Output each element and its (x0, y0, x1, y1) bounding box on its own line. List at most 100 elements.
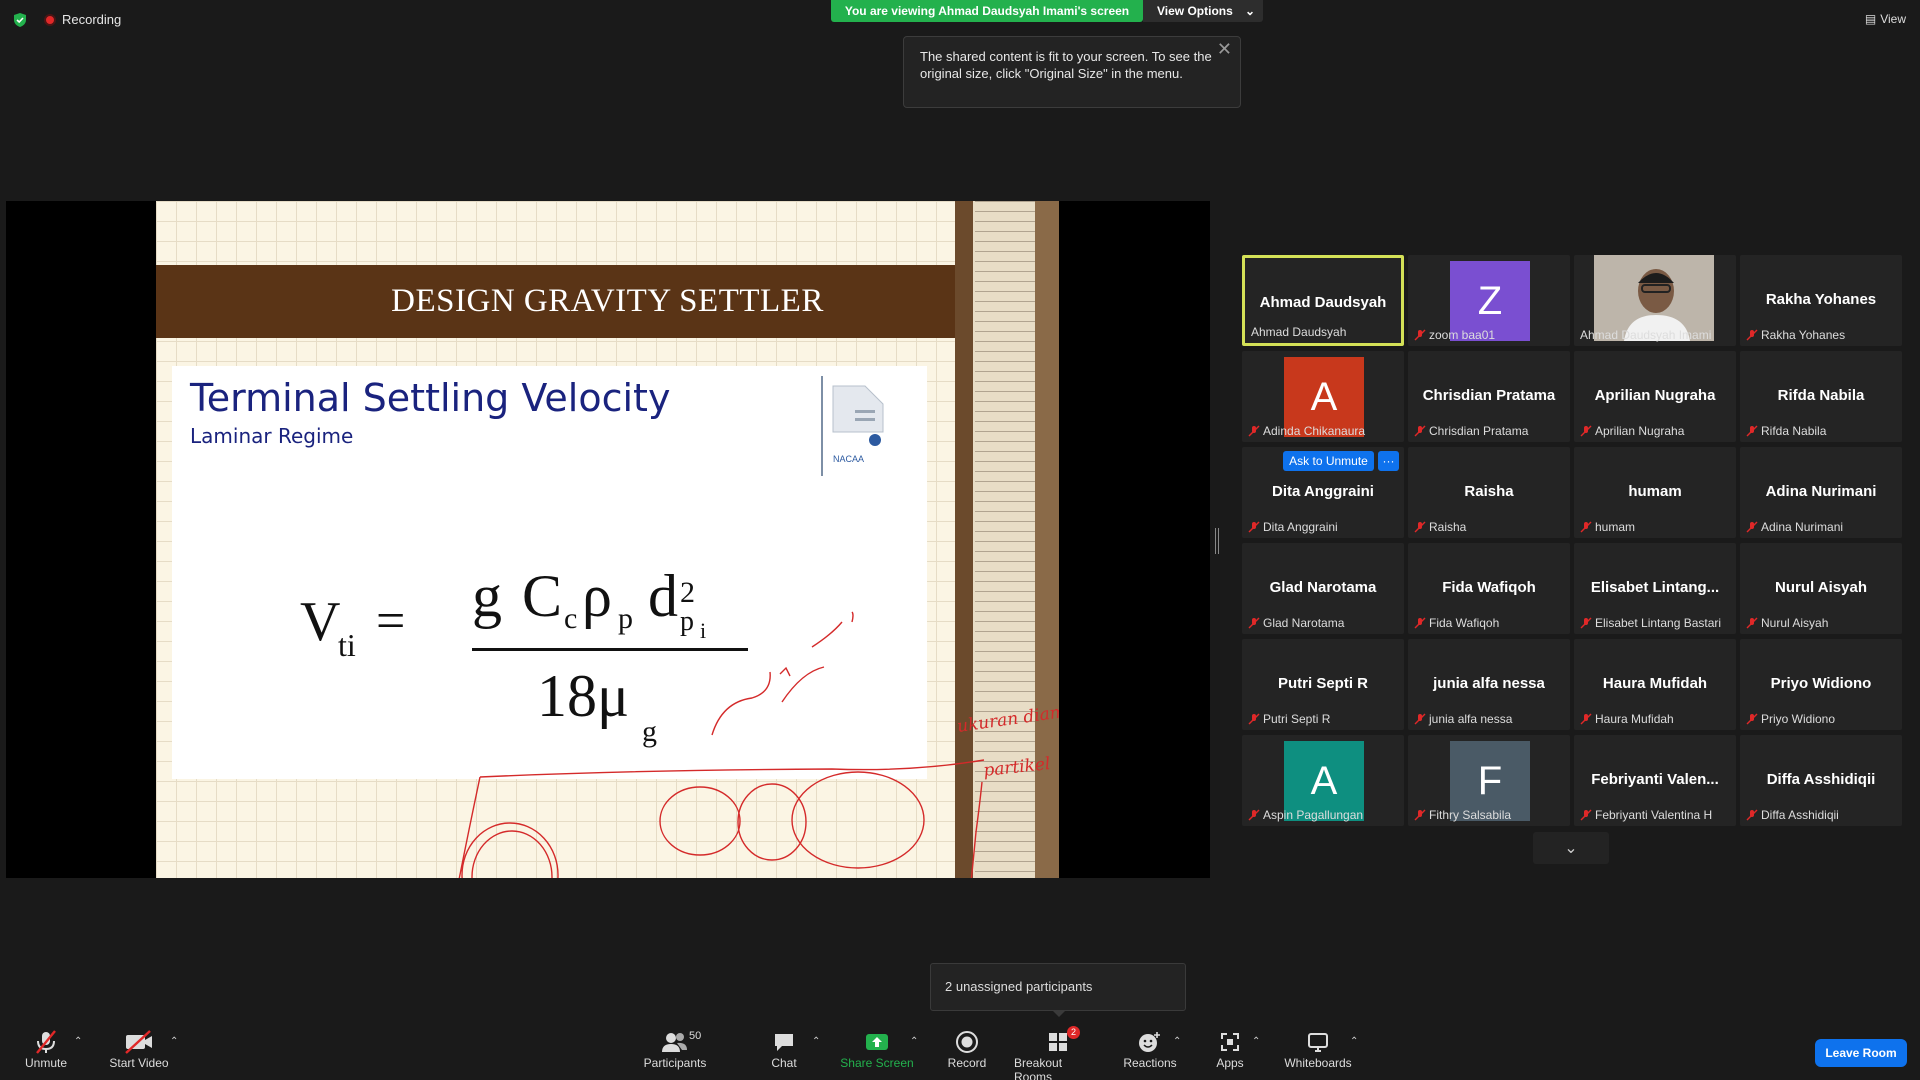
participant-label: Dita Anggraini (1248, 520, 1338, 534)
participant-tile[interactable]: junia alfa nessa junia alfa nessa (1408, 639, 1570, 730)
chevron-down-icon: ⌄ (1244, 4, 1255, 18)
participant-label-text: Fida Wafiqoh (1429, 616, 1500, 630)
participant-name: Chrisdian Pratama (1422, 387, 1556, 404)
participant-tile[interactable]: A Adinda Chikanaura (1242, 351, 1404, 442)
participant-name: Elisabet Lintang... (1590, 579, 1720, 596)
breakout-rooms-icon: 2 (1046, 1026, 1080, 1056)
participant-tile[interactable]: Nurul Aisyah Nurul Aisyah (1740, 543, 1902, 634)
participants-label: Participants (643, 1056, 707, 1070)
participant-label: Adinda Chikanaura (1248, 424, 1365, 438)
view-options-button[interactable]: View Options ⌄ (1143, 0, 1263, 22)
settling-velocity-formula: V ti = g C c ρ p d 2 p i 18μ g (300, 563, 748, 748)
participant-label-text: Aspin Pagallungan (1263, 808, 1364, 822)
popup-arrow (1052, 1010, 1066, 1017)
whiteboards-options-caret-icon[interactable]: ⌃ (1350, 1036, 1358, 1047)
participant-tile[interactable]: Chrisdian Pratama Chrisdian Pratama (1408, 351, 1570, 442)
participant-tile[interactable]: Raisha Raisha (1408, 447, 1570, 538)
apps-button[interactable]: Apps (1210, 1028, 1250, 1070)
participant-tile[interactable]: humam humam (1574, 447, 1736, 538)
recording-indicator[interactable]: Recording (44, 12, 121, 27)
participant-label: Adina Nurimani (1746, 520, 1843, 534)
participant-name: Dita Anggraini (1272, 483, 1374, 500)
unassigned-participants-popup[interactable]: 2 unassigned participants (930, 963, 1186, 1011)
participant-tile[interactable]: Zzoom baa01 (1408, 255, 1570, 346)
participant-label-text: Ahmad Daudsyah (1251, 325, 1347, 339)
participant-tile[interactable]: Ahmad Daudsyah Ahmad Daudsyah (1242, 255, 1404, 346)
mic-muted-icon (1580, 713, 1592, 725)
participant-tile[interactable]: Glad Narotama Glad Narotama (1242, 543, 1404, 634)
participant-label-text: Rakha Yohanes (1761, 328, 1846, 342)
participant-tile[interactable]: A Aspin Pagallungan (1242, 735, 1404, 826)
participants-count: 50 (689, 1030, 702, 1042)
participant-label: Fida Wafiqoh (1414, 616, 1499, 630)
record-button[interactable]: Record (944, 1028, 990, 1070)
participant-tile[interactable]: Haura Mufidah Haura Mufidah (1574, 639, 1736, 730)
mic-muted-icon (1414, 809, 1426, 821)
participant-tile[interactable]: Rakha Yohanes Rakha Yohanes (1740, 255, 1902, 346)
reactions-button[interactable]: Reactions (1123, 1028, 1177, 1070)
participant-label-text: Aprilian Nugraha (1595, 424, 1685, 438)
participant-tile[interactable]: Putri Septi R Putri Septi R (1242, 639, 1404, 730)
apps-options-caret-icon[interactable]: ⌃ (1252, 1036, 1260, 1047)
participant-tile[interactable]: Febriyanti Valen... Febriyanti Valentina … (1574, 735, 1736, 826)
participant-label: Glad Narotama (1248, 616, 1344, 630)
participant-tile[interactable]: F Fithry Salsabila (1408, 735, 1570, 826)
zoom-meeting-window: { "top": { "recording_label": "Recording… (0, 0, 1920, 1080)
participant-name: Rakha Yohanes (1765, 291, 1877, 308)
participant-label-text: Glad Narotama (1263, 616, 1345, 630)
pane-resize-handle[interactable] (1215, 528, 1219, 554)
security-shield-icon[interactable] (12, 12, 28, 28)
participant-label: Aprilian Nugraha (1580, 424, 1684, 438)
close-icon[interactable]: ✕ (1217, 40, 1232, 58)
share-screen-button[interactable]: Share Screen (840, 1028, 914, 1070)
participant-label-text: Fithry Salsabila (1429, 808, 1512, 822)
participant-label-text: Febriyanti Valentina H (1595, 808, 1713, 822)
participant-tile[interactable]: Aprilian Nugraha Aprilian Nugraha (1574, 351, 1736, 442)
chat-button[interactable]: Chat (764, 1028, 804, 1070)
participant-tile[interactable]: Ahmad Daudsyah Imami (1574, 255, 1736, 346)
view-button[interactable]: ▤ View (1865, 12, 1906, 26)
participant-label: Chrisdian Pratama (1414, 424, 1528, 438)
presentation-slide: DESIGN GRAVITY SETTLER Terminal Settling… (156, 201, 1059, 878)
mic-muted-icon (1414, 713, 1426, 725)
participant-label: Ahmad Daudsyah (1251, 325, 1346, 339)
audio-options-caret-icon[interactable]: ⌃ (74, 1036, 82, 1047)
whiteboards-button[interactable]: Whiteboards (1282, 1028, 1354, 1070)
participant-tile[interactable]: Rifda Nabila Rifda Nabila (1740, 351, 1902, 442)
participant-tile[interactable]: Fida Wafiqoh Fida Wafiqoh (1408, 543, 1570, 634)
svg-text:V: V (300, 591, 340, 653)
start-video-button[interactable]: Start Video (104, 1028, 174, 1070)
ask-to-unmute-button[interactable]: Ask to Unmute (1283, 451, 1374, 471)
mic-muted-icon (1580, 521, 1592, 533)
participant-label-text: Raisha (1429, 520, 1467, 534)
leave-room-button[interactable]: Leave Room (1815, 1039, 1907, 1067)
svg-text:g: g (642, 715, 657, 748)
chat-options-caret-icon[interactable]: ⌃ (812, 1036, 820, 1047)
participant-tile[interactable]: Diffa Asshidiqii Diffa Asshidiqii (1740, 735, 1902, 826)
participant-tile[interactable]: Elisabet Lintang... Elisabet Lintang Bast… (1574, 543, 1736, 634)
gallery-next-page-button[interactable]: ⌄ (1533, 832, 1609, 864)
mic-muted-icon (1248, 809, 1260, 821)
video-options-caret-icon[interactable]: ⌃ (170, 1036, 178, 1047)
reactions-icon (1137, 1028, 1163, 1056)
participants-button[interactable]: 50 Participants (640, 1028, 710, 1070)
svg-text:ti: ti (338, 627, 356, 663)
mic-muted-icon (1746, 617, 1758, 629)
svg-text:18μ: 18μ (537, 663, 629, 729)
participant-label-text: Diffa Asshidiqii (1761, 808, 1839, 822)
participant-label-text: Ahmad Daudsyah Imami (1580, 328, 1712, 342)
unmute-button[interactable]: Unmute (20, 1028, 72, 1070)
participant-tile[interactable]: Adina Nurimani Adina Nurimani (1740, 447, 1902, 538)
share-options-caret-icon[interactable]: ⌃ (910, 1036, 918, 1047)
mic-muted-icon (1580, 425, 1592, 437)
participant-tile[interactable]: Priyo Widiono Priyo Widiono (1740, 639, 1902, 730)
more-options-button[interactable]: ··· (1378, 451, 1399, 471)
svg-text:2: 2 (680, 576, 695, 609)
participant-label: Raisha (1414, 520, 1466, 534)
participant-label-text: Chrisdian Pratama (1429, 424, 1529, 438)
breakout-rooms-button[interactable]: 2 Breakout Rooms (1014, 1026, 1102, 1080)
mic-muted-icon (1414, 329, 1426, 341)
reactions-options-caret-icon[interactable]: ⌃ (1173, 1036, 1181, 1047)
chat-label: Chat (771, 1056, 797, 1070)
participant-label-text: zoom baa01 (1429, 328, 1496, 342)
